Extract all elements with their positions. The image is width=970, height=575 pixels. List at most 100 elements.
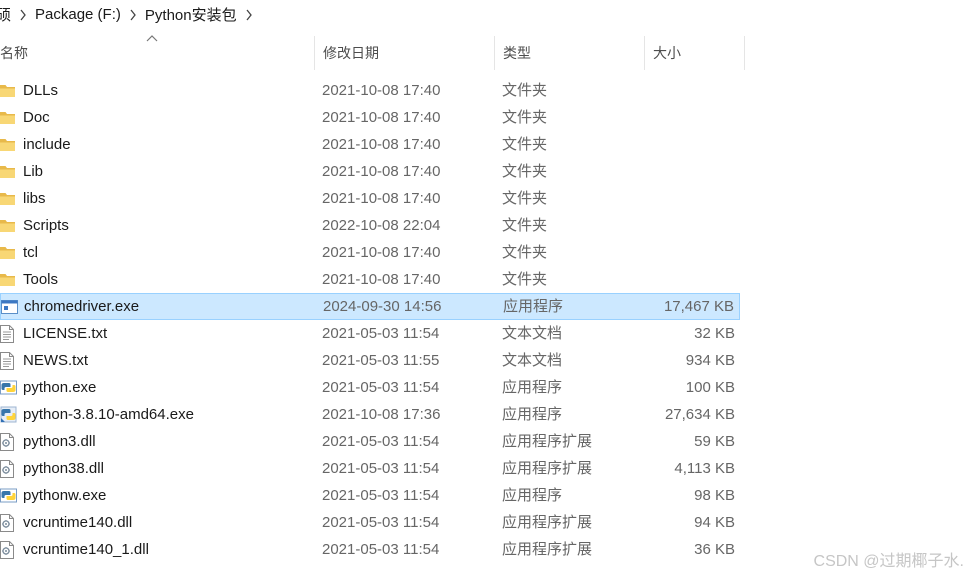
file-type: 应用程序 [502,406,563,423]
file-type: 文本文档 [502,325,563,342]
file-name: python-3.8.10-amd64.exe [23,406,194,423]
file-type: 应用程序 [503,298,564,315]
file-size: 36 KB [694,541,735,558]
folder-icon [0,212,18,239]
chevron-right-icon[interactable] [239,7,259,22]
chevron-right-icon[interactable] [13,7,33,22]
file-date-modified: 2021-05-03 11:54 [322,433,440,450]
file-row[interactable]: vcruntime140_1.dll 2021-05-03 11:54 应用程序扩展… [0,536,740,563]
column-header-date-modified[interactable]: 修改日期 [315,36,495,70]
file-name: python38.dll [23,460,104,477]
file-row[interactable]: include 2021-10-08 17:40 文件夹 [0,131,740,158]
application-icon [1,293,19,320]
file-row[interactable]: pythonw.exe 2021-05-03 11:54 应用程序 98 KB [0,482,740,509]
file-size: 4,113 KB [674,460,735,477]
column-header-row: 名称 修改日期 类型 大小 [0,36,746,70]
file-row[interactable]: NEWS.txt 2021-05-03 11:55 文本文档 934 KB [0,347,740,374]
file-row[interactable]: python38.dll 2021-05-03 11:54 应用程序扩展 4,113 … [0,455,740,482]
file-type: 应用程序扩展 [502,460,593,477]
file-date-modified: 2021-10-08 17:40 [322,136,441,153]
file-size: 934 KB [685,352,735,369]
file-name: vcruntime140_1.dll [23,541,149,558]
file-type: 文件夹 [502,271,548,288]
file-name: Tools [23,271,59,288]
file-date-modified: 2021-05-03 11:54 [322,541,440,558]
file-date-modified: 2021-10-08 17:40 [322,244,441,261]
file-name: DLLs [23,82,59,99]
file-row[interactable]: Doc 2021-10-08 17:40 文件夹 [0,104,740,131]
column-header-name[interactable]: 名称 [0,36,315,70]
python-installer-icon [0,401,18,428]
text-file-icon [0,347,18,374]
file-date-modified: 2021-10-08 17:40 [322,271,441,288]
file-size: 98 KB [694,487,735,504]
folder-icon [0,239,18,266]
python-icon [0,374,18,401]
folder-icon [0,104,18,131]
breadcrumb-item-current-folder[interactable]: Python安装包 [143,4,239,25]
breadcrumb-item-parent[interactable]: 硕 [0,4,13,25]
file-name: NEWS.txt [23,352,89,369]
file-row[interactable]: Lib 2021-10-08 17:40 文件夹 [0,158,740,185]
file-type: 文本文档 [502,352,563,369]
file-type: 文件夹 [502,190,548,207]
column-header-size[interactable]: 大小 [645,36,745,70]
file-row[interactable]: chromedriver.exe 2024-09-30 14:56 应用程序 17,4… [0,293,740,320]
file-explorer-window: 硕 Package (F:) Python安装包 名称 修改日期 类型 大小 D… [0,0,970,575]
file-name: tcl [23,244,38,261]
file-type: 文件夹 [502,82,548,99]
folder-icon [0,185,18,212]
file-row[interactable]: python.exe 2021-05-03 11:54 应用程序 100 KB [0,374,740,401]
file-row[interactable]: libs 2021-10-08 17:40 文件夹 [0,185,740,212]
file-date-modified: 2022-10-08 22:04 [322,217,441,234]
file-date-modified: 2021-05-03 11:54 [322,460,440,477]
file-name: vcruntime140.dll [23,514,133,531]
text-file-icon [0,320,18,347]
file-row[interactable]: Tools 2021-10-08 17:40 文件夹 [0,266,740,293]
file-row[interactable]: vcruntime140.dll 2021-05-03 11:54 应用程序扩展 94… [0,509,740,536]
watermark: CSDN @过期椰子水. [813,553,964,570]
python-icon [0,482,18,509]
file-size: 100 KB [685,379,735,396]
file-date-modified: 2021-10-08 17:40 [322,190,441,207]
file-row[interactable]: python-3.8.10-amd64.exe 2021-10-08 17:36 应… [0,401,740,428]
dll-icon [0,455,18,482]
file-date-modified: 2021-10-08 17:40 [322,163,441,180]
file-name: LICENSE.txt [23,325,108,342]
folder-icon [0,77,18,104]
file-row[interactable]: DLLs 2021-10-08 17:40 文件夹 [0,77,740,104]
file-name: Scripts [23,217,69,234]
folder-icon [0,266,18,293]
file-date-modified: 2021-05-03 11:54 [322,379,440,396]
breadcrumb-item-drive[interactable]: Package (F:) [33,6,123,23]
file-type: 文件夹 [502,244,548,261]
file-row[interactable]: tcl 2021-10-08 17:40 文件夹 [0,239,740,266]
dll-icon [0,536,18,563]
file-name: python3.dll [23,433,96,450]
file-type: 应用程序扩展 [502,541,593,558]
file-row[interactable]: Scripts 2022-10-08 22:04 文件夹 [0,212,740,239]
file-name: Doc [23,109,50,126]
file-type: 应用程序 [502,379,563,396]
file-size: 27,634 KB [664,406,735,423]
folder-icon [0,158,18,185]
file-name: pythonw.exe [23,487,107,504]
file-size: 17,467 KB [663,298,734,315]
file-type: 应用程序扩展 [502,433,593,450]
file-size: 94 KB [694,514,735,531]
file-date-modified: 2021-05-03 11:54 [322,514,440,531]
dll-icon [0,428,18,455]
file-type: 文件夹 [502,217,548,234]
file-row[interactable]: LICENSE.txt 2021-05-03 11:54 文本文档 32 KB [0,320,740,347]
file-type: 应用程序 [502,487,563,504]
file-size: 59 KB [694,433,735,450]
file-type: 文件夹 [502,136,548,153]
file-type: 应用程序扩展 [502,514,593,531]
column-header-type[interactable]: 类型 [495,36,645,70]
file-date-modified: 2021-05-03 11:54 [322,487,440,504]
breadcrumb: 硕 Package (F:) Python安装包 [0,0,970,28]
file-date-modified: 2021-10-08 17:40 [322,109,441,126]
file-date-modified: 2024-09-30 14:56 [323,298,442,315]
file-row[interactable]: python3.dll 2021-05-03 11:54 应用程序扩展 59 KB [0,428,740,455]
chevron-right-icon[interactable] [123,7,143,22]
